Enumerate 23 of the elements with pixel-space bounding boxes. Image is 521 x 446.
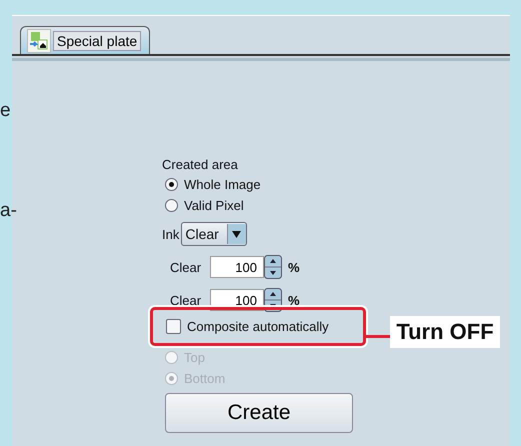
radio-label: Valid Pixel: [184, 198, 244, 213]
plate-icon: [27, 28, 51, 52]
checkbox-label: Composite automatically: [187, 318, 329, 334]
radio-button[interactable]: [165, 199, 178, 212]
ink-label: Ink: [162, 226, 180, 242]
checkbox[interactable]: [166, 318, 181, 334]
spinner-label: Clear: [170, 292, 202, 308]
number-field[interactable]: 100: [210, 256, 264, 278]
create-button[interactable]: Create: [165, 393, 353, 433]
spinner-arrows-icon[interactable]: [264, 255, 282, 279]
cut-off-text: a-: [0, 200, 17, 222]
leader-line: [366, 335, 390, 338]
section-label: Created area: [162, 157, 239, 172]
spinner-label: Clear: [170, 260, 202, 274]
ink-dropdown[interactable]: Clear: [181, 222, 247, 246]
callout-label: Turn OFF: [390, 316, 500, 348]
unit-label: %: [288, 292, 300, 308]
radio-label: Whole Image: [184, 177, 261, 192]
tab[interactable]: Special plate: [20, 26, 150, 54]
unit-label: %: [288, 260, 300, 274]
dropdown-arrow-icon: [232, 230, 242, 238]
radio-button[interactable]: [165, 178, 178, 191]
cut-off-text: e: [0, 100, 11, 122]
